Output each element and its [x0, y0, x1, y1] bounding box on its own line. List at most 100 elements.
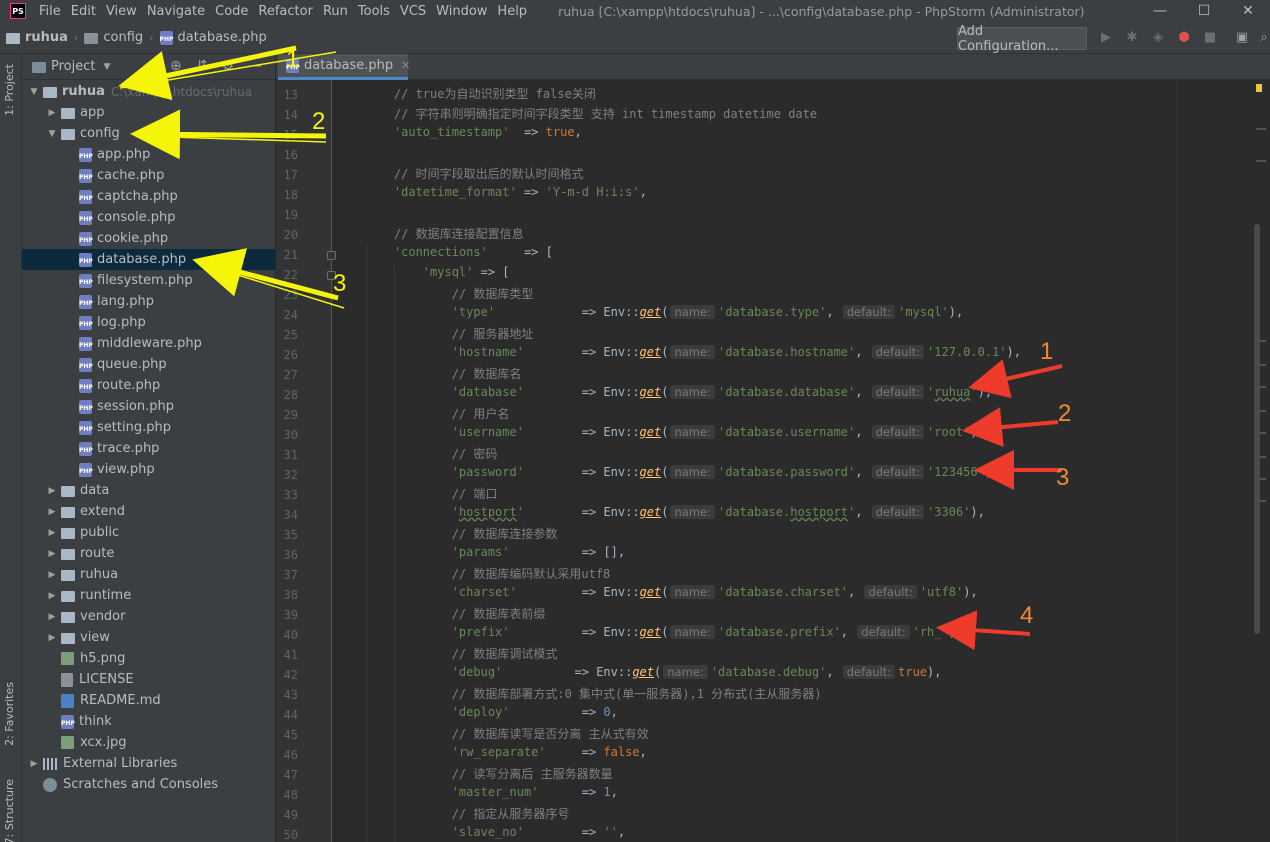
code-line: 'rw_separate' => false, — [451, 745, 647, 759]
tree-item[interactable]: ▶ app — [22, 102, 276, 123]
close-tab-icon[interactable]: ✕ — [401, 59, 410, 72]
menu-file[interactable]: File — [34, 4, 66, 19]
tree-item[interactable]: PHP console.php — [22, 207, 276, 228]
tree-item[interactable]: PHP queue.php — [22, 354, 276, 375]
php-file-icon: PHP — [79, 462, 93, 477]
chevron-down-icon[interactable]: ▼ — [28, 87, 40, 97]
tree-item[interactable]: ▶ extend — [22, 501, 276, 522]
chevron-down-icon[interactable]: ▼ — [46, 129, 58, 139]
gear-icon[interactable]: ⚙ — [221, 58, 234, 74]
chevron-down-icon[interactable]: ▼ — [103, 62, 110, 72]
tree-item[interactable]: h5.png — [22, 648, 276, 669]
menu-window[interactable]: Window — [431, 4, 492, 19]
chevron-right-icon[interactable]: ▶ — [46, 108, 58, 118]
tree-item[interactable]: README.md — [22, 690, 276, 711]
minimize-button[interactable]: — — [1138, 0, 1182, 22]
search-icon[interactable]: ⌕ — [1256, 30, 1270, 46]
tree-item[interactable]: PHP trace.php — [22, 438, 276, 459]
tree-item[interactable]: PHP think — [22, 711, 276, 732]
breadcrumb-folder[interactable]: config — [103, 30, 143, 45]
tree-item[interactable]: ▶ public — [22, 522, 276, 543]
tree-item[interactable]: PHP cache.php — [22, 165, 276, 186]
project-view-selector[interactable]: Project — [51, 59, 95, 74]
profiler-icon[interactable]: ⬢ — [1176, 30, 1192, 46]
breadcrumb-project[interactable]: ruhua — [25, 30, 68, 45]
tree-item[interactable]: PHP cookie.php — [22, 228, 276, 249]
tree-item[interactable]: ▶ ruhua — [22, 564, 276, 585]
stop-icon[interactable]: ■ — [1202, 30, 1218, 46]
tree-item-label: LICENSE — [79, 672, 134, 687]
menu-vcs[interactable]: VCS — [395, 4, 431, 19]
tree-item-label: captcha.php — [97, 189, 178, 204]
tree-item-label: route.php — [97, 378, 161, 393]
tree-item[interactable]: PHP log.php — [22, 312, 276, 333]
tree-item-label: External Libraries — [63, 756, 178, 771]
code-line: 'auto_timestamp' => true, — [393, 125, 582, 139]
tree-item[interactable]: xcx.jpg — [22, 732, 276, 753]
menu-code[interactable]: Code — [210, 4, 253, 19]
phpstorm-logo-icon: PS — [10, 3, 26, 19]
menu-help[interactable]: Help — [492, 4, 532, 19]
tree-item[interactable]: ▶ vendor — [22, 606, 276, 627]
line-number: 49 — [283, 808, 298, 822]
structure-tool-button[interactable]: 7: Structure — [3, 779, 16, 842]
chevron-right-icon[interactable]: ▶ — [46, 591, 58, 601]
tree-item[interactable]: ▶ data — [22, 480, 276, 501]
menu-navigate[interactable]: Navigate — [142, 4, 210, 19]
coverage-icon[interactable]: ◈ — [1150, 30, 1166, 46]
chevron-right-icon[interactable]: ▶ — [46, 528, 58, 538]
favorites-tool-button[interactable]: 2: Favorites — [3, 682, 16, 746]
tree-item[interactable]: PHP app.php — [22, 144, 276, 165]
close-window-button[interactable]: ✕ — [1226, 0, 1270, 22]
folder-icon — [61, 633, 75, 644]
menu-tools[interactable]: Tools — [353, 4, 395, 19]
tree-item[interactable]: PHP lang.php — [22, 291, 276, 312]
code-line: 'charset' => Env::get(name:'database.cha… — [451, 585, 978, 599]
chevron-right-icon[interactable]: ▶ — [46, 612, 58, 622]
tree-item[interactable]: ▼ ruhua C:\xampp\htdocs\ruhua — [22, 81, 276, 102]
tree-item[interactable]: PHP route.php — [22, 375, 276, 396]
tree-item[interactable]: ▶ runtime — [22, 585, 276, 606]
tree-item[interactable]: ▼ config — [22, 123, 276, 144]
chevron-right-icon[interactable]: ▶ — [46, 507, 58, 517]
fold-toggle-icon[interactable] — [327, 251, 336, 260]
line-number: 19 — [283, 208, 298, 222]
scroll-thumb[interactable] — [1254, 224, 1260, 634]
tree-item[interactable]: Scratches and Consoles — [22, 774, 276, 795]
locate-icon[interactable]: ⊕ — [170, 58, 182, 74]
chevron-right-icon[interactable]: ▶ — [46, 633, 58, 643]
collapse-icon[interactable]: ⇵ — [196, 58, 208, 74]
breadcrumb-file[interactable]: database.php — [178, 30, 267, 45]
tree-item[interactable]: LICENSE — [22, 669, 276, 690]
tree-item[interactable]: PHP session.php — [22, 396, 276, 417]
code-line: 'deploy' => 0, — [451, 705, 618, 719]
tree-item[interactable]: PHP database.php — [22, 249, 276, 270]
tree-item-path: C:\xampp\htdocs\ruhua — [110, 84, 253, 99]
hide-icon[interactable]: — — [248, 58, 262, 74]
chevron-right-icon[interactable]: ▶ — [46, 549, 58, 559]
tree-item[interactable]: PHP filesystem.php — [22, 270, 276, 291]
menu-run[interactable]: Run — [318, 4, 353, 19]
tree-item[interactable]: ▶ route — [22, 543, 276, 564]
project-tool-button[interactable]: 1: Project — [3, 64, 16, 116]
tree-item[interactable]: PHP middleware.php — [22, 333, 276, 354]
chevron-right-icon[interactable]: ▶ — [46, 570, 58, 580]
run-icon[interactable]: ▶ — [1098, 30, 1114, 46]
tree-item[interactable]: ▶ External Libraries — [22, 753, 276, 774]
tree-item[interactable]: PHP captcha.php — [22, 186, 276, 207]
chevron-right-icon[interactable]: ▶ — [46, 486, 58, 496]
tree-item[interactable]: ▶ view — [22, 627, 276, 648]
add-configuration-button[interactable]: Add Configuration... — [957, 24, 1087, 54]
menu-view[interactable]: View — [101, 4, 142, 19]
debug-icon[interactable]: ✱ — [1124, 30, 1140, 46]
chevron-right-icon[interactable]: ▶ — [28, 759, 40, 769]
maximize-button[interactable]: ☐ — [1182, 0, 1226, 22]
tree-item-label: view — [80, 630, 110, 645]
tree-item[interactable]: PHP setting.php — [22, 417, 276, 438]
tree-item[interactable]: PHP view.php — [22, 459, 276, 480]
menu-refactor[interactable]: Refactor — [253, 4, 318, 19]
image-file-icon — [61, 652, 74, 665]
menu-edit[interactable]: Edit — [66, 4, 101, 19]
project-structure-icon[interactable]: ▣ — [1234, 30, 1250, 46]
library-icon — [43, 757, 57, 770]
